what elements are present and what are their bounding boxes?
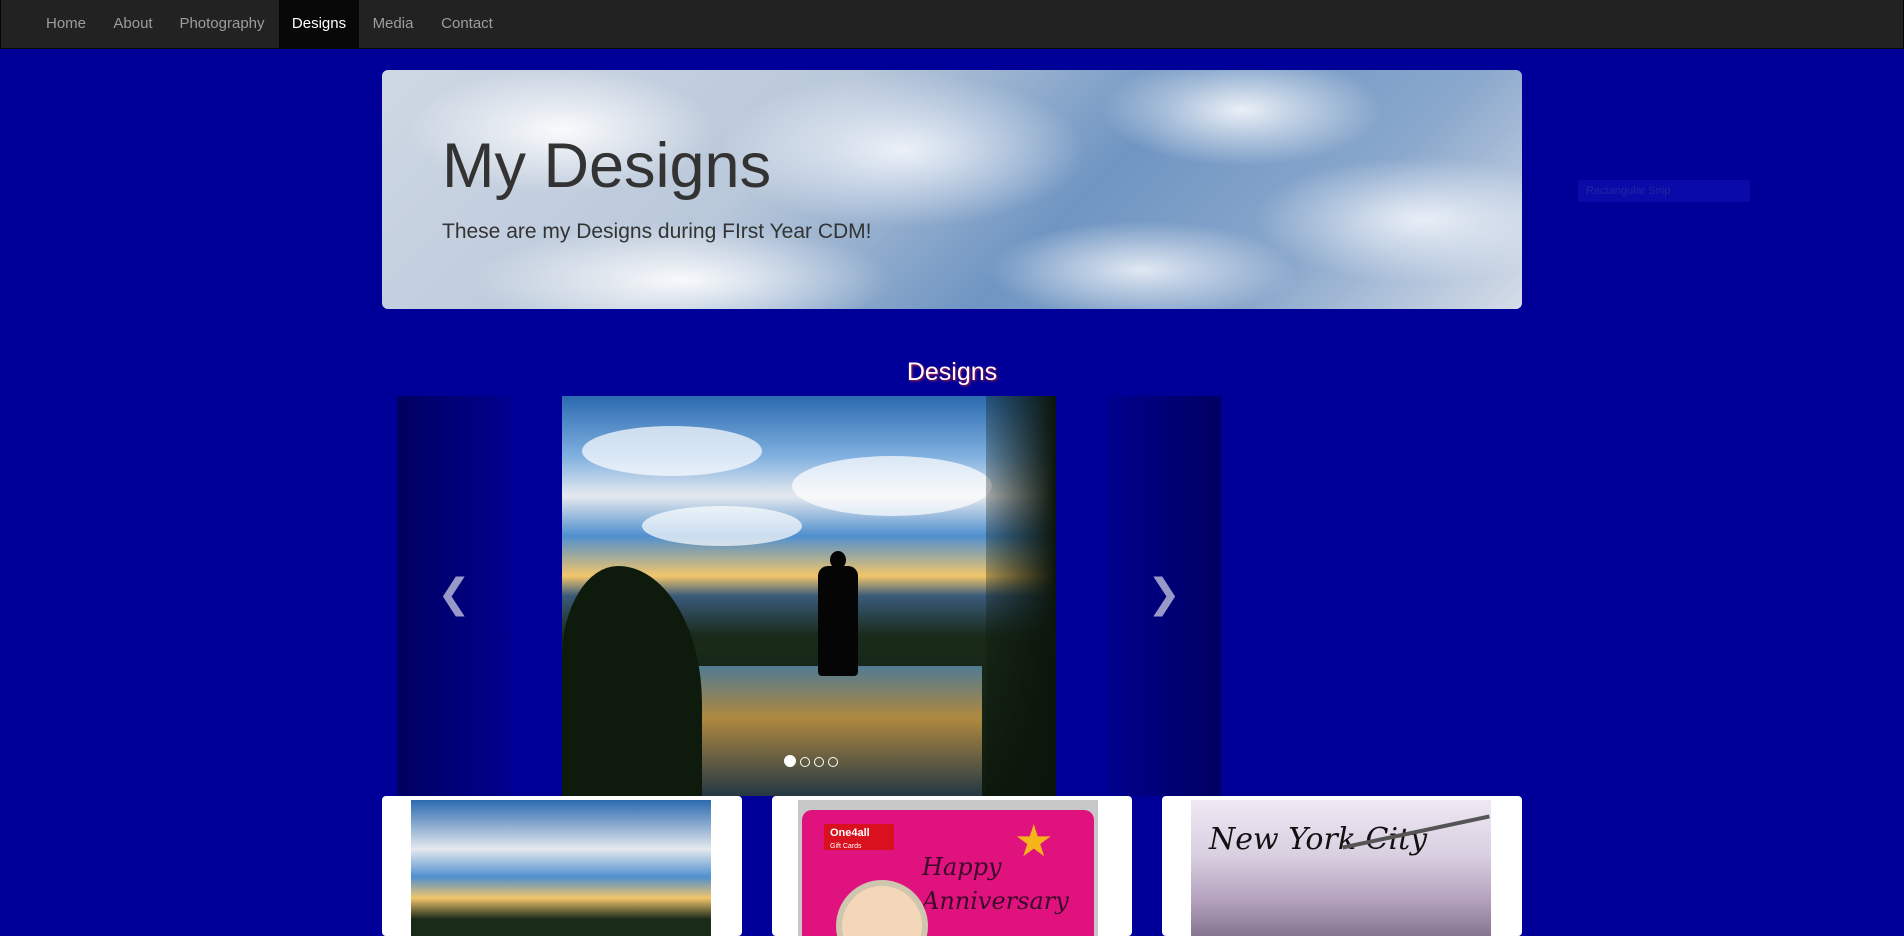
page-subtitle: These are my Designs during FIrst Year C… — [442, 220, 872, 243]
thumbnail-card[interactable]: One4all Gift Cards ★ Happy Anniversary — [772, 796, 1132, 936]
carousel-prev-button[interactable]: ❮ — [397, 396, 511, 796]
thumbnail-card[interactable]: New York City — [1162, 796, 1522, 936]
thumbnail-card[interactable] — [382, 796, 742, 936]
nav-media[interactable]: Media — [359, 0, 427, 48]
anniversary-text: Happy Anniversary — [922, 853, 1069, 915]
chevron-right-icon: ❯ — [1147, 572, 1181, 616]
nav-home[interactable]: Home — [31, 0, 101, 48]
nav-designs[interactable]: Designs — [279, 0, 359, 48]
designs-heading: Designs — [906, 358, 998, 386]
carousel-indicator-2[interactable] — [800, 757, 810, 767]
nyc-title-text: New York City — [1209, 822, 1428, 857]
one4all-logo: One4all Gift Cards — [824, 824, 894, 850]
nav-about[interactable]: About — [101, 0, 165, 48]
nav-photography[interactable]: Photography — [165, 0, 279, 48]
thumbnail-image-anniversary: One4all Gift Cards ★ Happy Anniversary — [798, 800, 1098, 936]
top-navbar: Home About Photography Designs Media Con… — [0, 0, 1904, 49]
nav-contact[interactable]: Contact — [427, 0, 507, 48]
thumbnail-image-nyc: New York City — [1191, 800, 1491, 936]
carousel-indicators — [784, 754, 842, 772]
snip-tool-overlay: Rectangular Snip — [1578, 180, 1750, 202]
chevron-left-icon: ❮ — [437, 572, 471, 616]
cartoon-face — [836, 880, 928, 936]
carousel-next-button[interactable]: ❯ — [1107, 396, 1221, 796]
carousel-slide-image — [562, 396, 1056, 796]
carousel-indicator-3[interactable] — [814, 757, 824, 767]
header-jumbotron: My Designs These are my Designs during F… — [382, 70, 1522, 309]
thumbnail-image-lake — [411, 800, 711, 936]
carousel-indicator-4[interactable] — [828, 757, 838, 767]
carousel-indicator-1[interactable] — [784, 755, 796, 767]
designs-carousel: ❮ ❯ — [397, 396, 1222, 796]
page-title: My Designs — [442, 131, 772, 201]
